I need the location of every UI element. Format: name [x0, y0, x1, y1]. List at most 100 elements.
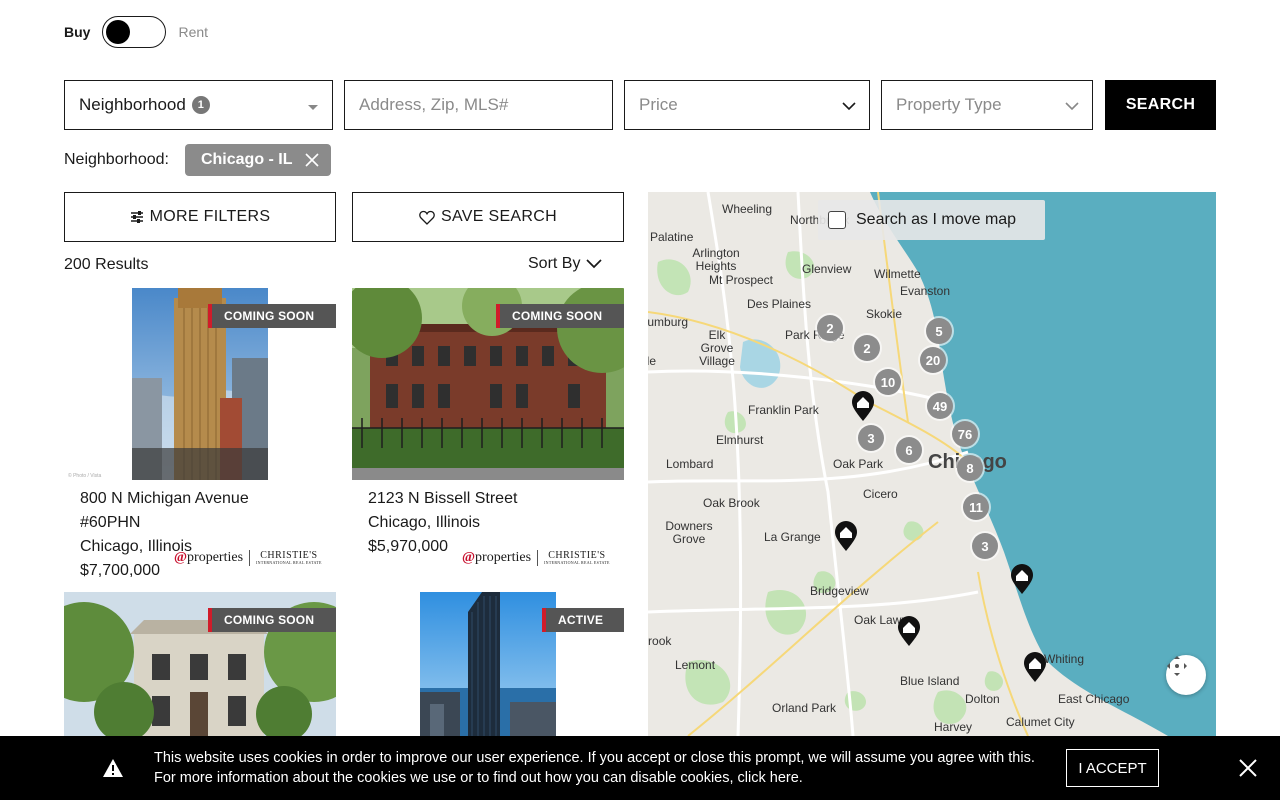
house-pin-icon[interactable]	[850, 390, 876, 422]
at-symbol: @	[174, 550, 188, 565]
house-pin-icon[interactable]	[896, 615, 922, 647]
save-search-button[interactable]: SAVE SEARCH	[352, 192, 624, 242]
christies-subtext: INTERNATIONAL REAL ESTATE	[256, 560, 322, 565]
status-tag: COMING SOON	[208, 608, 336, 632]
price-dropdown[interactable]: Price	[624, 80, 870, 130]
results-count: 200 Results	[64, 256, 149, 273]
brokerage-logo: @properties CHRISTIE'S INTERNATIONAL REAL…	[462, 550, 610, 566]
search-as-move-checkbox[interactable]: Search as I move map	[818, 200, 1045, 240]
map-cluster[interactable]: 76	[952, 421, 978, 447]
property-type-placeholder: Property Type	[896, 95, 1002, 114]
status-tag: COMING SOON	[208, 304, 336, 328]
map-cluster[interactable]: 5	[926, 318, 952, 344]
close-icon[interactable]	[304, 153, 319, 167]
map-cluster[interactable]: 11	[963, 494, 989, 520]
switch-knob	[106, 20, 131, 44]
map-place-label: Cicero	[863, 487, 898, 501]
recenter-map-button[interactable]	[1166, 655, 1206, 695]
map-place-label: Dolton	[965, 692, 1000, 706]
logo-divider	[537, 550, 539, 566]
buy-rent-switch[interactable]	[102, 16, 167, 48]
address-line-1: 800 N Michigan Avenue	[80, 490, 249, 507]
property-type-dropdown[interactable]: Property Type	[881, 80, 1093, 130]
cookie-banner: This website uses cookies in order to im…	[0, 736, 1280, 800]
cookie-message: This website uses cookies in order to im…	[154, 750, 1035, 786]
listing-photo[interactable]	[420, 592, 556, 736]
neighborhood-label: Neighborhood	[79, 95, 186, 114]
map-place-label: Blue Island	[900, 674, 960, 688]
map-place-label: Bridgeview	[810, 584, 869, 598]
search-as-move-label: Search as I move map	[856, 211, 1017, 228]
price-placeholder: Price	[639, 95, 678, 114]
map-cluster[interactable]: 6	[896, 437, 922, 463]
christies-logo: CHRISTIE'S INTERNATIONAL REAL ESTATE	[544, 551, 610, 566]
map-place-label: Skokie	[866, 307, 903, 321]
house-pin-icon[interactable]	[1009, 563, 1035, 595]
search-button[interactable]: SEARCH	[1105, 80, 1216, 130]
map-cluster[interactable]: 49	[927, 393, 953, 419]
map-place-label: Calumet City	[1006, 715, 1075, 729]
neighborhood-dropdown[interactable]: Neighborhood 1	[64, 80, 333, 130]
map-place-label: Franklin Park	[748, 403, 819, 417]
map-cluster[interactable]: 8	[957, 455, 983, 481]
address-search-input[interactable]: Address, Zip, MLS#	[344, 80, 613, 130]
christies-logo: CHRISTIE'S INTERNATIONAL REAL ESTATE	[256, 551, 322, 566]
sort-by-dropdown[interactable]: Sort By	[528, 255, 603, 273]
listing-address: 800 N Michigan Avenue #60PHN Chicago, Il…	[80, 487, 249, 583]
map-cluster[interactable]: 3	[972, 533, 998, 559]
map-place-label: Bolingbrook	[648, 634, 672, 648]
save-search-label: SAVE SEARCH	[441, 208, 557, 225]
listing-address: 2123 N Bissell Street Chicago, Illinois …	[368, 487, 517, 559]
neighborhood-chip[interactable]: Chicago - IL	[184, 144, 331, 176]
photo-credit: © Photo / Vista	[68, 473, 102, 479]
buy-label[interactable]: Buy	[64, 24, 90, 40]
listing-card[interactable]: COMING SOON © Photo / Vista 800 N Michig…	[64, 288, 336, 584]
map-place-label: La Grange	[764, 530, 821, 544]
more-filters-button[interactable]: MORE FILTERS	[64, 192, 336, 242]
heart-icon	[419, 210, 435, 225]
address-line-1: 2123 N Bissell Street	[368, 490, 518, 507]
sort-by-label: Sort By	[528, 255, 581, 272]
map-cluster[interactable]: 10	[875, 369, 901, 395]
listing-card[interactable]: ACTIVE	[352, 592, 624, 736]
listing-card[interactable]: COMING SOON 2123 N Bissell Street Chicag…	[352, 288, 624, 584]
rent-label[interactable]: Rent	[178, 24, 208, 40]
close-icon[interactable]	[1238, 758, 1258, 778]
map-place-label: Glenview	[802, 262, 852, 276]
status-tag: ACTIVE	[542, 608, 624, 632]
map-place-label: Wheeling	[722, 202, 773, 216]
address-city: Chicago, Illinois	[368, 514, 481, 531]
map-place-label: Mt Prospect	[709, 273, 774, 287]
chevron-down-icon	[842, 102, 856, 111]
house-pin-icon[interactable]	[1022, 651, 1048, 683]
filter-chip-label: Neighborhood:	[64, 151, 169, 168]
at-properties-logo: @properties	[462, 550, 531, 566]
logo-divider	[249, 550, 251, 566]
map-place-label: Lombard	[666, 457, 714, 471]
map-cluster[interactable]: 2	[817, 315, 843, 341]
map-place-label: Elk Grove Village	[699, 328, 735, 368]
address-line-2: #60PHN	[80, 514, 141, 531]
checkbox-box[interactable]	[828, 211, 846, 229]
buy-rent-toggle: Buy Rent	[64, 14, 208, 50]
map-cluster[interactable]: 20	[920, 347, 946, 373]
map-cluster[interactable]: 3	[858, 425, 884, 451]
listings-map[interactable]: Wheeling Northbrook Palatine Arlington H…	[648, 192, 1216, 736]
accept-cookies-button[interactable]: I ACCEPT	[1066, 749, 1159, 787]
map-place-label: Wilmette	[874, 267, 921, 281]
map-place-label: Evanston	[900, 284, 951, 298]
map-place-label: Whiting	[1044, 652, 1085, 666]
map-place-label: Downers Grove	[665, 519, 713, 546]
listing-card[interactable]: COMING SOON	[64, 592, 336, 736]
map-cluster[interactable]: 2	[854, 335, 880, 361]
map-place-label: Des Plaines	[747, 297, 812, 311]
more-filters-label: MORE FILTERS	[149, 208, 271, 225]
map-place-label: East Chicago	[1058, 692, 1130, 706]
map-place-label: Harvey	[934, 720, 973, 734]
map-place-label: Orland Park	[772, 701, 837, 715]
chevron-down-icon	[586, 259, 603, 269]
map-place-label: Schaumburg	[648, 315, 689, 329]
status-tag: COMING SOON	[496, 304, 624, 328]
house-pin-icon[interactable]	[833, 520, 859, 552]
map-place-label: Roselle	[648, 354, 657, 368]
